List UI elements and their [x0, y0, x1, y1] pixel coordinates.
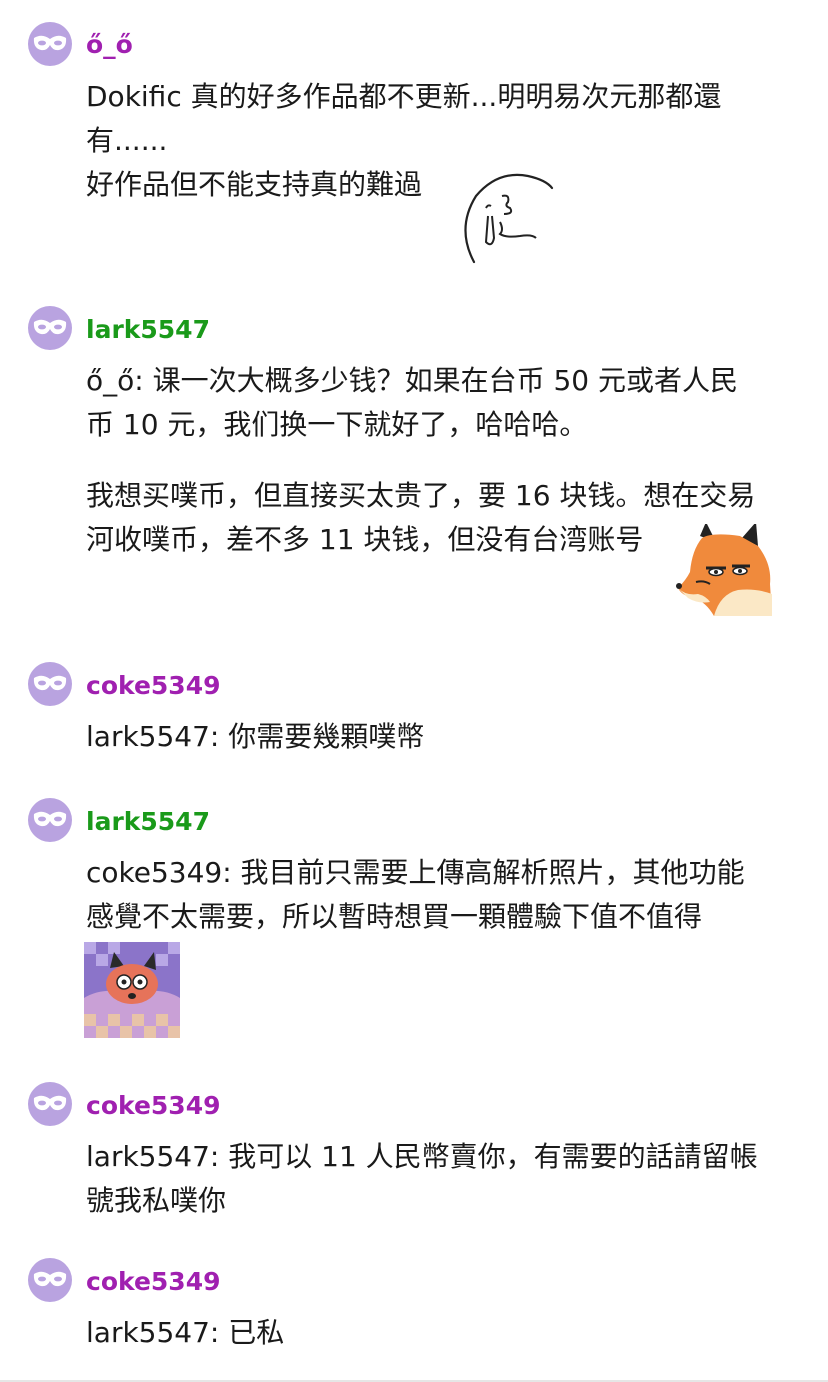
comment-text: coke5349: 我目前只需要上傳高解析照片，其他功能 感覺不太需要，所以暫時…: [86, 851, 798, 939]
mask-icon: [33, 811, 67, 827]
username[interactable]: lark5547: [86, 807, 210, 837]
comment-line: 河收噗币，差不多 11 块钱，但没有台湾账号: [86, 523, 644, 556]
mask-icon: [33, 675, 67, 691]
username[interactable]: ő_ő: [86, 30, 133, 60]
comment-line: 币 10 元，我们换一下就好了，哈哈哈。: [86, 408, 588, 441]
username[interactable]: coke5349: [86, 1091, 221, 1121]
mask-icon: [33, 1271, 67, 1287]
fox-in-blanket-sticker[interactable]: [84, 942, 180, 1038]
comment-text: lark5547: 我可以 11 人民幣賣你，有需要的話請留帳 號我私噗你: [86, 1135, 798, 1223]
mask-icon: [33, 1095, 67, 1111]
comment-line: Dokific 真的好多作品都不更新...明明易次元那都還: [86, 80, 722, 113]
avatar[interactable]: [28, 22, 72, 66]
comment-text: Dokific 真的好多作品都不更新...明明易次元那都還 有...... 好作…: [86, 75, 798, 207]
mask-icon: [33, 35, 67, 51]
comment-line: 好作品但不能支持真的難過: [86, 168, 423, 201]
comment-line: 我想买噗币，但直接买太贵了，要 16 块钱。想在交易: [86, 479, 756, 512]
comment-text: ő_ő: 课一次大概多少钱？如果在台币 50 元或者人民 币 10 元，我们换一…: [86, 359, 798, 447]
comment-line: coke5349: 我目前只需要上傳高解析照片，其他功能: [86, 856, 745, 889]
username[interactable]: lark5547: [86, 315, 210, 345]
username[interactable]: coke5349: [86, 1267, 221, 1297]
crying-face-sticker[interactable]: [458, 168, 556, 264]
avatar[interactable]: [28, 798, 72, 842]
avatar[interactable]: [28, 306, 72, 350]
comment-line: lark5547: 已私: [86, 1316, 285, 1349]
mask-icon: [33, 319, 67, 335]
comment-line: lark5547: 我可以 11 人民幣賣你，有需要的話請留帳: [86, 1140, 758, 1173]
avatar[interactable]: [28, 1082, 72, 1126]
annoyed-fox-sticker[interactable]: [676, 524, 774, 618]
comment-text: lark5547: 已私: [86, 1311, 798, 1355]
comment-line: 有......: [86, 124, 168, 157]
avatar[interactable]: [28, 662, 72, 706]
username[interactable]: coke5349: [86, 671, 221, 701]
comment-line: 感覺不太需要，所以暫時想買一顆體驗下值不值得: [86, 900, 703, 933]
avatar[interactable]: [28, 1258, 72, 1302]
comment-text: lark5547: 你需要幾顆噗幣: [86, 715, 798, 759]
comment-line: ő_ő: 课一次大概多少钱？如果在台币 50 元或者人民: [86, 364, 739, 397]
comment-line: 號我私噗你: [86, 1184, 227, 1217]
comment-line: lark5547: 你需要幾顆噗幣: [86, 720, 425, 753]
